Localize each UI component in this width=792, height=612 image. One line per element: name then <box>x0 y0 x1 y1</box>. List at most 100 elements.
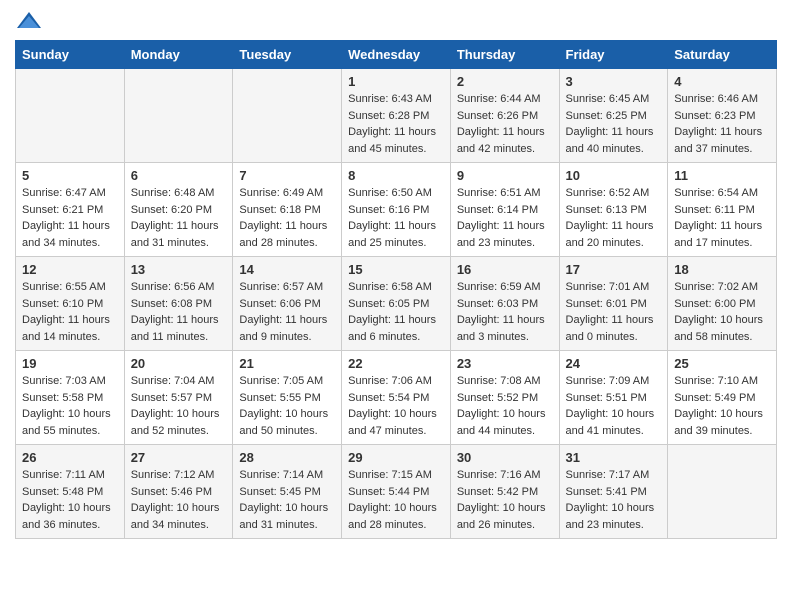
day-info: Sunrise: 6:57 AMSunset: 6:06 PMDaylight:… <box>239 279 335 345</box>
day-number: 24 <box>566 356 662 371</box>
calendar-cell: 31 Sunrise: 7:17 AMSunset: 5:41 PMDayligh… <box>559 445 668 539</box>
day-info: Sunrise: 6:50 AMSunset: 6:16 PMDaylight:… <box>348 185 444 251</box>
day-number: 16 <box>457 262 553 277</box>
day-number: 10 <box>566 168 662 183</box>
calendar-cell: 14 Sunrise: 6:57 AMSunset: 6:06 PMDayligh… <box>233 257 342 351</box>
day-info: Sunrise: 6:46 AMSunset: 6:23 PMDaylight:… <box>674 91 770 157</box>
calendar-cell: 28 Sunrise: 7:14 AMSunset: 5:45 PMDayligh… <box>233 445 342 539</box>
day-info: Sunrise: 7:05 AMSunset: 5:55 PMDaylight:… <box>239 373 335 439</box>
calendar-cell <box>668 445 777 539</box>
day-number: 6 <box>131 168 227 183</box>
calendar-cell: 20Sunrise: 7:04 AMSunset: 5:57 PMDayligh… <box>124 351 233 445</box>
day-number: 13 <box>131 262 227 277</box>
day-number: 27 <box>131 450 227 465</box>
day-info: Sunrise: 7:15 AMSunset: 5:44 PMDaylight:… <box>348 467 444 533</box>
day-info: Sunrise: 7:04 AMSunset: 5:57 PMDaylight:… <box>131 373 227 439</box>
day-number: 18 <box>674 262 770 277</box>
week-row-1: 1 Sunrise: 6:43 AMSunset: 6:28 PMDaylight… <box>16 69 777 163</box>
calendar-cell: 17 Sunrise: 7:01 AMSunset: 6:01 PMDayligh… <box>559 257 668 351</box>
calendar-cell: 19 Sunrise: 7:03 AMSunset: 5:58 PMDayligh… <box>16 351 125 445</box>
day-info: Sunrise: 6:52 AMSunset: 6:13 PMDaylight:… <box>566 185 662 251</box>
day-info: Sunrise: 6:56 AMSunset: 6:08 PMDaylight:… <box>131 279 227 345</box>
calendar-cell: 22 Sunrise: 7:06 AMSunset: 5:54 PMDayligh… <box>342 351 451 445</box>
day-number: 2 <box>457 74 553 89</box>
day-info: Sunrise: 7:08 AMSunset: 5:52 PMDaylight:… <box>457 373 553 439</box>
calendar-cell: 9 Sunrise: 6:51 AMSunset: 6:14 PMDaylight… <box>450 163 559 257</box>
day-number: 1 <box>348 74 444 89</box>
logo-icon <box>15 10 43 32</box>
day-number: 4 <box>674 74 770 89</box>
day-info: Sunrise: 6:48 AMSunset: 6:20 PMDaylight:… <box>131 185 227 251</box>
calendar-cell: 21Sunrise: 7:05 AMSunset: 5:55 PMDayligh… <box>233 351 342 445</box>
calendar-cell: 12Sunrise: 6:55 AMSunset: 6:10 PMDayligh… <box>16 257 125 351</box>
day-info: Sunrise: 6:47 AMSunset: 6:21 PMDaylight:… <box>22 185 118 251</box>
weekday-header-friday: Friday <box>559 41 668 69</box>
day-info: Sunrise: 7:06 AMSunset: 5:54 PMDaylight:… <box>348 373 444 439</box>
weekday-header-saturday: Saturday <box>668 41 777 69</box>
calendar-body: 1 Sunrise: 6:43 AMSunset: 6:28 PMDaylight… <box>16 69 777 539</box>
day-info: Sunrise: 6:51 AMSunset: 6:14 PMDaylight:… <box>457 185 553 251</box>
calendar-cell: 3 Sunrise: 6:45 AMSunset: 6:25 PMDaylight… <box>559 69 668 163</box>
day-number: 28 <box>239 450 335 465</box>
logo <box>15 10 47 32</box>
calendar-cell: 5 Sunrise: 6:47 AMSunset: 6:21 PMDaylight… <box>16 163 125 257</box>
day-info: Sunrise: 6:43 AMSunset: 6:28 PMDaylight:… <box>348 91 444 157</box>
weekday-header-wednesday: Wednesday <box>342 41 451 69</box>
weekday-header-row: SundayMondayTuesdayWednesdayThursdayFrid… <box>16 41 777 69</box>
day-info: Sunrise: 6:59 AMSunset: 6:03 PMDaylight:… <box>457 279 553 345</box>
day-info: Sunrise: 6:54 AMSunset: 6:11 PMDaylight:… <box>674 185 770 251</box>
day-info: Sunrise: 7:09 AMSunset: 5:51 PMDaylight:… <box>566 373 662 439</box>
week-row-2: 5 Sunrise: 6:47 AMSunset: 6:21 PMDaylight… <box>16 163 777 257</box>
day-number: 5 <box>22 168 118 183</box>
day-info: Sunrise: 7:01 AMSunset: 6:01 PMDaylight:… <box>566 279 662 345</box>
calendar-cell: 18Sunrise: 7:02 AMSunset: 6:00 PMDayligh… <box>668 257 777 351</box>
calendar-cell: 29 Sunrise: 7:15 AMSunset: 5:44 PMDayligh… <box>342 445 451 539</box>
day-number: 11 <box>674 168 770 183</box>
day-info: Sunrise: 7:17 AMSunset: 5:41 PMDaylight:… <box>566 467 662 533</box>
week-row-5: 26 Sunrise: 7:11 AMSunset: 5:48 PMDayligh… <box>16 445 777 539</box>
day-number: 26 <box>22 450 118 465</box>
day-info: Sunrise: 7:14 AMSunset: 5:45 PMDaylight:… <box>239 467 335 533</box>
week-row-4: 19 Sunrise: 7:03 AMSunset: 5:58 PMDayligh… <box>16 351 777 445</box>
day-number: 30 <box>457 450 553 465</box>
calendar-cell: 27Sunrise: 7:12 AMSunset: 5:46 PMDayligh… <box>124 445 233 539</box>
page-header <box>15 10 777 32</box>
calendar-cell: 16 Sunrise: 6:59 AMSunset: 6:03 PMDayligh… <box>450 257 559 351</box>
day-number: 9 <box>457 168 553 183</box>
day-number: 29 <box>348 450 444 465</box>
weekday-header-monday: Monday <box>124 41 233 69</box>
day-number: 14 <box>239 262 335 277</box>
day-number: 31 <box>566 450 662 465</box>
day-number: 23 <box>457 356 553 371</box>
week-row-3: 12Sunrise: 6:55 AMSunset: 6:10 PMDayligh… <box>16 257 777 351</box>
calendar-cell <box>124 69 233 163</box>
calendar-cell <box>16 69 125 163</box>
calendar-cell: 2 Sunrise: 6:44 AMSunset: 6:26 PMDaylight… <box>450 69 559 163</box>
day-info: Sunrise: 7:03 AMSunset: 5:58 PMDaylight:… <box>22 373 118 439</box>
day-number: 8 <box>348 168 444 183</box>
calendar-cell <box>233 69 342 163</box>
weekday-header-sunday: Sunday <box>16 41 125 69</box>
day-number: 17 <box>566 262 662 277</box>
day-info: Sunrise: 6:49 AMSunset: 6:18 PMDaylight:… <box>239 185 335 251</box>
calendar-cell: 10 Sunrise: 6:52 AMSunset: 6:13 PMDayligh… <box>559 163 668 257</box>
day-info: Sunrise: 7:10 AMSunset: 5:49 PMDaylight:… <box>674 373 770 439</box>
calendar-cell: 1 Sunrise: 6:43 AMSunset: 6:28 PMDaylight… <box>342 69 451 163</box>
calendar-cell: 15Sunrise: 6:58 AMSunset: 6:05 PMDayligh… <box>342 257 451 351</box>
calendar-cell: 6 Sunrise: 6:48 AMSunset: 6:20 PMDaylight… <box>124 163 233 257</box>
day-info: Sunrise: 6:45 AMSunset: 6:25 PMDaylight:… <box>566 91 662 157</box>
weekday-header-thursday: Thursday <box>450 41 559 69</box>
calendar-cell: 24 Sunrise: 7:09 AMSunset: 5:51 PMDayligh… <box>559 351 668 445</box>
calendar-table: SundayMondayTuesdayWednesdayThursdayFrid… <box>15 40 777 539</box>
day-info: Sunrise: 7:11 AMSunset: 5:48 PMDaylight:… <box>22 467 118 533</box>
day-info: Sunrise: 7:16 AMSunset: 5:42 PMDaylight:… <box>457 467 553 533</box>
day-number: 19 <box>22 356 118 371</box>
calendar-cell: 25Sunrise: 7:10 AMSunset: 5:49 PMDayligh… <box>668 351 777 445</box>
day-number: 22 <box>348 356 444 371</box>
day-number: 3 <box>566 74 662 89</box>
calendar-cell: 7Sunrise: 6:49 AMSunset: 6:18 PMDaylight… <box>233 163 342 257</box>
calendar-cell: 13 Sunrise: 6:56 AMSunset: 6:08 PMDayligh… <box>124 257 233 351</box>
day-info: Sunrise: 6:44 AMSunset: 6:26 PMDaylight:… <box>457 91 553 157</box>
day-number: 12 <box>22 262 118 277</box>
day-info: Sunrise: 6:58 AMSunset: 6:05 PMDaylight:… <box>348 279 444 345</box>
